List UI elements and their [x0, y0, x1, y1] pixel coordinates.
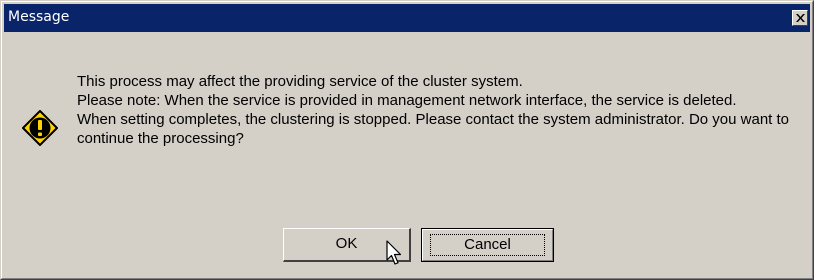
message-dialog: Message This process may affect the prov…: [0, 0, 814, 280]
close-icon: [796, 14, 805, 22]
message-line: Please note: When the service is provide…: [77, 92, 737, 109]
warning-icon: [22, 110, 58, 146]
message-text: This process may affect the providing se…: [77, 72, 807, 148]
window-title: Message: [8, 9, 70, 25]
close-button[interactable]: [792, 10, 808, 26]
mouse-cursor-icon: [386, 240, 402, 265]
message-line: This process may affect the providing se…: [77, 73, 523, 90]
dialog-frame: Message This process may affect the prov…: [1, 1, 813, 279]
cancel-button-label: Cancel: [464, 236, 511, 253]
message-line: When setting completes, the clustering i…: [77, 111, 790, 147]
cancel-button[interactable]: Cancel: [421, 228, 554, 262]
title-bar[interactable]: Message: [4, 4, 810, 32]
